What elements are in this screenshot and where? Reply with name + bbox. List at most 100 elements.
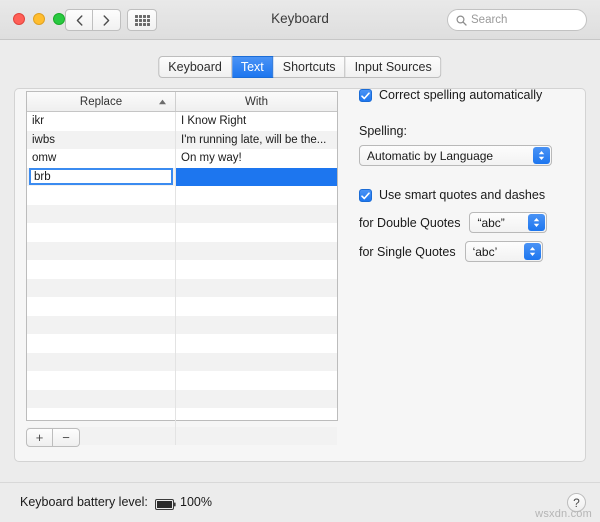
table-row-empty[interactable]	[27, 260, 337, 279]
popup-arrows-icon	[533, 147, 550, 164]
window-footer: Keyboard battery level: 100% ? wsxdn.com	[0, 482, 600, 522]
cell-with[interactable]: On my way!	[176, 149, 337, 168]
cell-with[interactable]: I'm running late, will be the...	[176, 131, 337, 150]
correct-spelling-checkbox[interactable]	[359, 89, 372, 102]
table-row[interactable]: omw On my way!	[27, 149, 337, 168]
double-quotes-label: for Double Quotes	[359, 215, 461, 230]
cell-replace[interactable]	[27, 297, 176, 316]
table-row-empty[interactable]	[27, 204, 337, 224]
cell-with[interactable]	[176, 353, 337, 372]
checkmark-icon	[361, 191, 370, 199]
tab-shortcuts[interactable]: Shortcuts	[273, 56, 346, 78]
cell-with[interactable]	[176, 297, 337, 316]
cell-replace[interactable]	[27, 389, 176, 408]
column-header-replace-label: Replace	[79, 95, 123, 108]
table-row-empty[interactable]	[27, 352, 337, 372]
cell-replace[interactable]: omw	[27, 149, 176, 168]
cell-replace[interactable]	[27, 334, 176, 353]
table-row-empty[interactable]	[27, 389, 337, 409]
smart-quotes-label: Use smart quotes and dashes	[379, 188, 546, 202]
cell-replace[interactable]	[27, 241, 176, 260]
single-quotes-value: ‘abc’	[472, 244, 498, 259]
table-row-selected[interactable]: brb	[27, 167, 337, 186]
cell-with[interactable]	[176, 390, 337, 409]
table-row-empty[interactable]	[27, 297, 337, 316]
cell-replace[interactable]: ikr	[27, 112, 176, 131]
smart-quotes-row[interactable]: Use smart quotes and dashes	[359, 188, 589, 202]
double-quotes-row: for Double Quotes “abc”	[359, 212, 589, 233]
table-actions: + −	[26, 428, 80, 447]
checkmark-icon	[361, 91, 370, 99]
options-column: Correct spelling automatically Spelling:…	[359, 88, 589, 262]
cell-with[interactable]	[176, 186, 337, 205]
correct-spelling-label: Correct spelling automatically	[379, 88, 543, 102]
preferences-content: Keyboard Text Shortcuts Input Sources Re…	[0, 40, 600, 482]
table-row-empty[interactable]	[27, 334, 337, 353]
table-row-empty[interactable]	[27, 186, 337, 205]
cell-replace[interactable]	[27, 352, 176, 371]
cell-replace[interactable]	[27, 315, 176, 334]
cell-replace[interactable]	[27, 223, 176, 242]
sort-ascending-icon	[159, 99, 166, 104]
table-row[interactable]: ikr I Know Right	[27, 112, 337, 131]
table-row[interactable]: iwbs I'm running late, will be the...	[27, 130, 337, 150]
table-row-empty[interactable]	[27, 241, 337, 261]
search-field[interactable]: Search	[447, 9, 587, 31]
cell-replace[interactable]	[27, 371, 176, 390]
table-body: ikr I Know Right iwbs I'm running late, …	[27, 112, 337, 445]
add-substitution-button[interactable]: +	[26, 428, 53, 447]
column-header-replace[interactable]: Replace	[27, 92, 176, 111]
correct-spelling-row[interactable]: Correct spelling automatically	[359, 88, 589, 102]
window-titlebar: Keyboard Search	[0, 0, 600, 40]
substitutions-table[interactable]: Replace With ikr I Know Right iwbs I'm r…	[26, 91, 338, 445]
cell-with[interactable]	[176, 316, 337, 335]
spelling-label: Spelling:	[359, 124, 407, 138]
cell-with[interactable]	[176, 408, 337, 427]
cell-with[interactable]	[176, 371, 337, 390]
battery-level-label: Keyboard battery level:	[20, 495, 148, 509]
cell-replace[interactable]	[27, 278, 176, 297]
single-quotes-row: for Single Quotes ‘abc’	[359, 241, 589, 262]
spelling-popup-button[interactable]: Automatic by Language	[359, 145, 552, 166]
cell-replace[interactable]	[27, 186, 176, 205]
cell-replace[interactable]	[27, 408, 176, 427]
table-row-empty[interactable]	[27, 223, 337, 242]
battery-full-icon	[155, 499, 176, 510]
tab-input-sources[interactable]: Input Sources	[345, 56, 442, 78]
cell-with[interactable]	[176, 427, 337, 446]
cell-with[interactable]	[176, 223, 337, 242]
battery-icon	[155, 497, 176, 515]
cell-with[interactable]	[176, 260, 337, 279]
tab-bar: Keyboard Text Shortcuts Input Sources	[158, 56, 442, 78]
popup-arrows-icon	[528, 214, 546, 231]
table-row-empty[interactable]	[27, 408, 337, 427]
cell-with[interactable]	[176, 167, 337, 186]
single-quotes-popup-button[interactable]: ‘abc’	[464, 241, 543, 262]
column-header-with[interactable]: With	[176, 92, 337, 111]
table-row-empty[interactable]	[27, 371, 337, 390]
cell-with[interactable]	[176, 334, 337, 353]
search-icon	[456, 14, 467, 26]
cell-replace-editing[interactable]: brb	[27, 167, 176, 186]
tab-text[interactable]: Text	[231, 56, 274, 78]
double-quotes-value: “abc”	[477, 215, 505, 230]
table-header: Replace With	[27, 92, 337, 112]
replace-edit-input[interactable]: brb	[29, 168, 173, 186]
battery-percent: 100%	[180, 495, 212, 509]
chevron-up-down-icon	[529, 247, 535, 256]
cell-with[interactable]	[176, 242, 337, 261]
smart-quotes-checkbox[interactable]	[359, 189, 372, 202]
table-row-empty[interactable]	[27, 315, 337, 335]
cell-with[interactable]: I Know Right	[176, 112, 337, 131]
cell-replace[interactable]	[27, 260, 176, 279]
table-row-empty[interactable]	[27, 278, 337, 298]
cell-replace[interactable]	[27, 204, 176, 223]
watermark: wsxdn.com	[535, 508, 592, 520]
cell-with[interactable]	[176, 205, 337, 224]
column-header-with-label: With	[245, 95, 268, 108]
cell-replace[interactable]: iwbs	[27, 130, 176, 149]
double-quotes-popup-button[interactable]: “abc”	[469, 212, 548, 233]
tab-keyboard[interactable]: Keyboard	[158, 56, 232, 78]
cell-with[interactable]	[176, 279, 337, 298]
remove-substitution-button[interactable]: −	[53, 428, 80, 447]
